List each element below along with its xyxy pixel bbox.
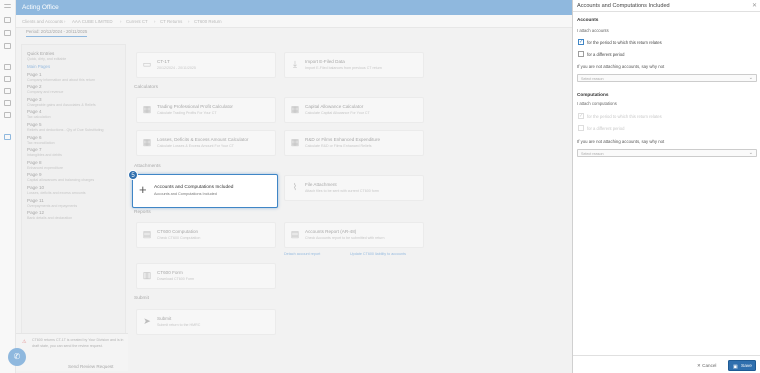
save-icon: ▣ <box>733 363 738 370</box>
accounts-period-label: for the period to which this return rela… <box>587 39 662 45</box>
accounts-heading: Accounts <box>577 17 599 22</box>
computations-different-period-checkbox[interactable] <box>578 125 584 131</box>
computations-period-checkbox[interactable]: ✓ <box>578 113 584 119</box>
attach-accounts-label: I attach accounts <box>577 28 609 33</box>
accounts-reason-placeholder: Select reason <box>581 76 604 81</box>
accounts-different-period-label: for a different period <box>587 51 625 57</box>
accounts-computations-card[interactable]: + Accounts and Computations Included Acc… <box>132 174 278 208</box>
cancel-button[interactable]: ✕ Cancel <box>697 363 716 369</box>
step-badge: 5 <box>128 170 138 180</box>
computations-reason-placeholder: Select reason <box>581 151 604 156</box>
accounts-different-period-checkbox[interactable] <box>578 51 584 57</box>
computations-why-label: If you are not attaching accounts, say w… <box>577 139 665 144</box>
chevron-down-icon: ⌄ <box>748 75 753 81</box>
side-panel: Accounts and Computations Included ✕ Acc… <box>572 0 760 373</box>
accounts-why-label: If you are not attaching accounts, say w… <box>577 64 665 69</box>
chevron-down-icon: ⌄ <box>748 150 753 156</box>
accounts-reason-select[interactable]: Select reason ⌄ <box>577 74 757 82</box>
close-icon: ✕ <box>697 363 701 368</box>
card-title: Accounts and Computations Included <box>154 185 234 190</box>
accounts-period-checkbox[interactable]: ✓ <box>578 39 584 45</box>
panel-footer: ✕ Cancel ▣ Save <box>573 355 760 373</box>
computations-reason-select[interactable]: Select reason ⌄ <box>577 149 757 157</box>
overlay-backdrop[interactable] <box>0 0 572 373</box>
computations-period-label: for the period to which this return rela… <box>587 113 662 119</box>
cancel-label: Cancel <box>702 363 717 368</box>
panel-header: Accounts and Computations Included ✕ <box>573 0 760 12</box>
plus-icon: + <box>139 182 147 197</box>
card-description: Accounts and Computations Included <box>154 192 217 196</box>
checkmark-icon: ✓ <box>579 39 584 45</box>
close-icon[interactable]: ✕ <box>752 2 757 9</box>
computations-different-period-label: for a different period <box>587 125 625 131</box>
attach-computations-label: I attach computations <box>577 101 617 106</box>
save-label: Save <box>741 363 752 369</box>
panel-title: Accounts and Computations Included <box>577 3 670 9</box>
computations-heading: Computations <box>577 92 609 97</box>
checkmark-icon: ✓ <box>579 113 584 119</box>
save-button[interactable]: ▣ Save <box>728 360 756 371</box>
